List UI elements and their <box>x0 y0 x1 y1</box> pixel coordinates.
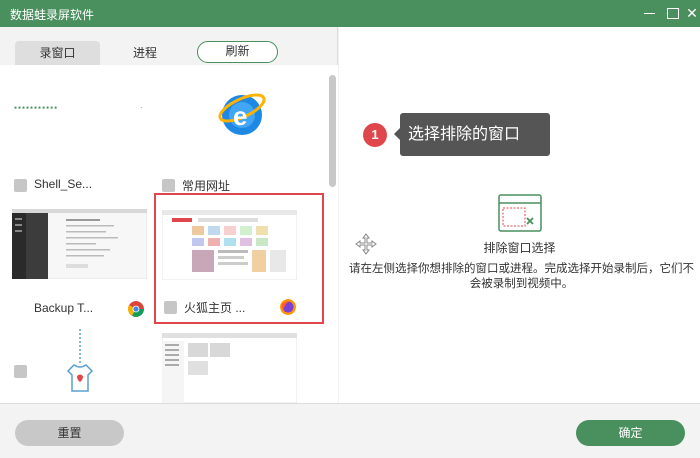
minimize-icon[interactable] <box>639 4 659 22</box>
ie-icon-letter: e <box>233 101 247 131</box>
window-thumbnail: e <box>162 75 297 147</box>
thumbnail-dot: · <box>140 103 143 112</box>
firefox-thumbnail <box>161 209 298 281</box>
exclude-description: 请在左侧选择你想排除的窗口或进程。完成选择开始录制后，它们不会被录制到视频中。 <box>349 263 694 290</box>
maximize-icon[interactable] <box>663 4 683 22</box>
firefox-icon <box>280 299 296 315</box>
window-selection-panel: 录窗口 进程 刷新 ▪▪▪▪▪▪▪▪▪▪▪ · Shell_Se... e 常用… <box>0 27 338 403</box>
reset-button[interactable]: 重置 <box>15 420 124 446</box>
exclude-title: 排除窗口选择 <box>483 241 556 255</box>
tab-process[interactable]: 进程 <box>120 41 170 65</box>
window-list: ▪▪▪▪▪▪▪▪▪▪▪ · Shell_Se... e 常用网址 Backup … <box>0 65 338 403</box>
list-scrollbar[interactable] <box>329 75 336 187</box>
thumbnail-text: ▪▪▪▪▪▪▪▪▪▪▪ <box>14 105 59 111</box>
backup-thumbnail <box>11 208 148 280</box>
explorer-thumbnail <box>162 333 297 403</box>
step-tooltip: 选择排除的窗口 <box>394 113 550 156</box>
list-item-shell[interactable]: ▪▪▪▪▪▪▪▪▪▪▪ · Shell_Se... <box>0 69 160 193</box>
item-label: 常用网址 <box>182 179 231 193</box>
window-thumbnail: ▪▪▪▪▪▪▪▪▪▪▪ · <box>12 75 147 147</box>
tab-bar: 录窗口 进程 刷新 <box>0 27 338 65</box>
footer-bar: 重置 确定 <box>0 403 700 458</box>
list-item-explorer[interactable] <box>150 321 310 403</box>
item-checkbox[interactable] <box>14 179 27 192</box>
window-thumbnail <box>161 209 298 282</box>
ie-icon: e <box>218 93 266 135</box>
exclude-info-panel: 1 选择排除的窗口 排除窗口选择 请在左侧选择你想排除的窗口或进程。完成选择开始… <box>339 27 700 403</box>
chrome-icon <box>128 301 144 317</box>
item-label: Backup T... <box>34 301 94 315</box>
item-label: 火狐主页 ... <box>184 301 246 315</box>
window-thumbnail <box>11 208 148 281</box>
tab-record-window[interactable]: 录窗口 <box>15 41 100 65</box>
list-item-app[interactable] <box>0 321 160 403</box>
title-bar: 数据蛙录屏软件 ✕ <box>0 0 700 27</box>
item-checkbox[interactable] <box>162 179 175 192</box>
list-item-backup[interactable]: Backup T... <box>0 193 160 378</box>
shirt-icon <box>66 329 94 392</box>
item-checkbox[interactable] <box>164 301 177 314</box>
refresh-button[interactable]: 刷新 <box>197 41 278 63</box>
item-label: Shell_Se... <box>34 177 93 191</box>
exclude-window-icon <box>498 194 542 232</box>
step-number-badge: 1 <box>363 123 387 147</box>
close-icon[interactable]: ✕ <box>682 4 700 22</box>
confirm-button[interactable]: 确定 <box>576 420 685 446</box>
list-item-firefox-home[interactable]: 火狐主页 ... <box>154 193 324 324</box>
window-title: 数据蛙录屏软件 <box>10 8 95 22</box>
list-item-favorites[interactable]: e 常用网址 <box>150 69 310 193</box>
